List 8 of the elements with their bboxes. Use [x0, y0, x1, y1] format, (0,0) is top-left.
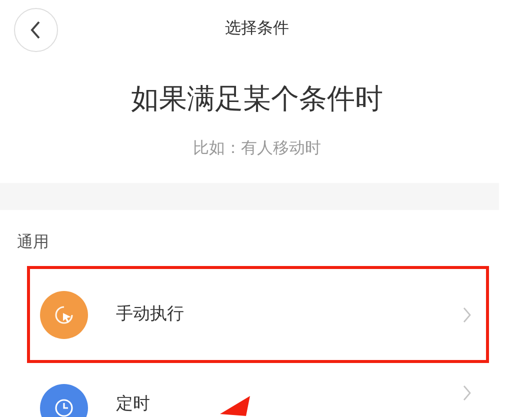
chevron-right-icon	[462, 384, 472, 402]
back-button[interactable]	[14, 8, 58, 52]
subheading: 比如：有人移动时	[193, 138, 321, 159]
heading: 如果满足某个条件时	[131, 81, 383, 117]
page-title: 选择条件	[225, 18, 289, 39]
condition-item[interactable]: 手动执行	[27, 266, 489, 363]
chevron-right-icon	[462, 306, 472, 324]
section-title: 通用	[17, 232, 49, 253]
